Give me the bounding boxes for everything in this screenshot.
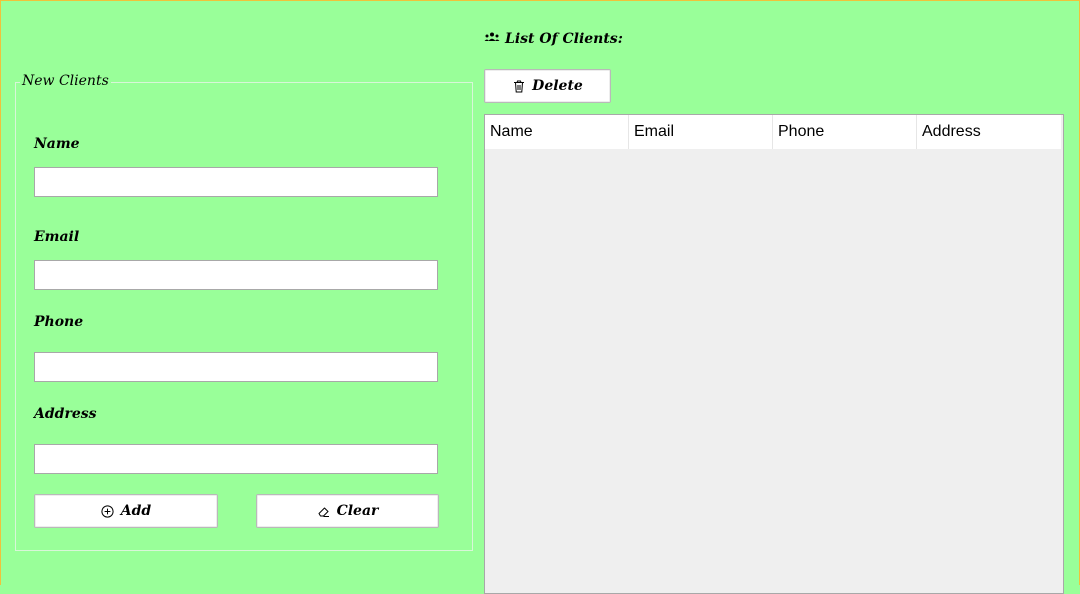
add-button-label: Add	[120, 503, 152, 519]
name-input[interactable]	[34, 167, 438, 197]
column-header-address[interactable]: Address	[917, 115, 1061, 149]
clients-table-header: Name Email Phone Address	[485, 115, 1061, 149]
column-header-email[interactable]: Email	[629, 115, 773, 149]
new-clients-groupbox	[15, 82, 473, 551]
clients-table[interactable]: Name Email Phone Address	[484, 114, 1064, 594]
users-icon	[484, 31, 500, 47]
address-input[interactable]	[34, 444, 438, 474]
eraser-icon	[317, 504, 331, 518]
column-header-phone[interactable]: Phone	[773, 115, 917, 149]
name-label: Name	[34, 136, 80, 152]
new-clients-title: New Clients	[20, 73, 111, 89]
address-label: Address	[34, 406, 97, 422]
email-label: Email	[34, 229, 80, 245]
phone-label: Phone	[34, 314, 84, 330]
column-header-name[interactable]: Name	[485, 115, 629, 149]
clear-button[interactable]: Clear	[256, 494, 439, 528]
delete-button[interactable]: Delete	[484, 69, 611, 103]
delete-button-label: Delete	[532, 78, 583, 94]
trash-icon	[512, 79, 526, 93]
list-of-clients-title: List Of Clients:	[484, 31, 623, 47]
plus-circle-icon	[101, 504, 115, 518]
email-input[interactable]	[34, 260, 438, 290]
phone-input[interactable]	[34, 352, 438, 382]
add-button[interactable]: Add	[34, 494, 218, 528]
clear-button-label: Clear	[336, 503, 379, 519]
list-of-clients-label: List Of Clients:	[505, 31, 623, 47]
